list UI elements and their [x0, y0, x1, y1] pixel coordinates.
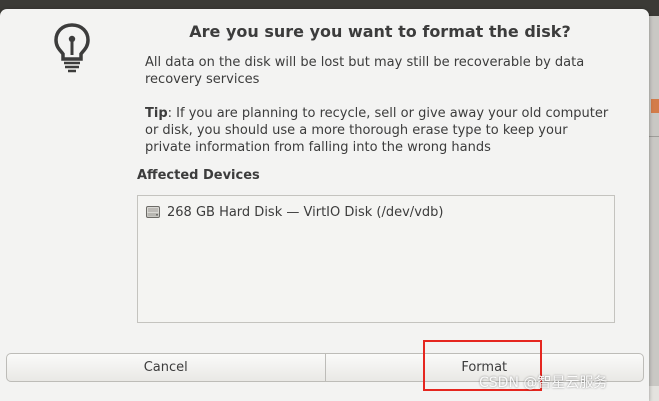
dialog-title: Are you sure you want to format the disk…: [189, 22, 571, 41]
tip-label: Tip: [145, 106, 168, 121]
background-divider: [649, 136, 659, 137]
affected-devices-list[interactable]: 268 GB Hard Disk — VirtIO Disk (/dev/vdb…: [137, 195, 615, 323]
warning-message: All data on the disk will be lost but ma…: [145, 55, 585, 87]
affected-devices-label: Affected Devices: [137, 168, 260, 183]
tip-message: Tip: If you are planning to recycle, sel…: [145, 105, 615, 156]
cancel-button[interactable]: Cancel: [7, 354, 325, 381]
list-item[interactable]: 268 GB Hard Disk — VirtIO Disk (/dev/vdb…: [145, 203, 443, 221]
tip-text: : If you are planning to recycle, sell o…: [145, 106, 609, 155]
device-label: 268 GB Hard Disk — VirtIO Disk (/dev/vdb…: [167, 204, 444, 220]
hard-disk-icon: [146, 206, 160, 218]
lightbulb-icon: [54, 23, 90, 73]
background-accent: [651, 99, 659, 113]
background-window-strip: [649, 16, 659, 401]
watermark: CSDN @智星云服务: [479, 375, 608, 391]
